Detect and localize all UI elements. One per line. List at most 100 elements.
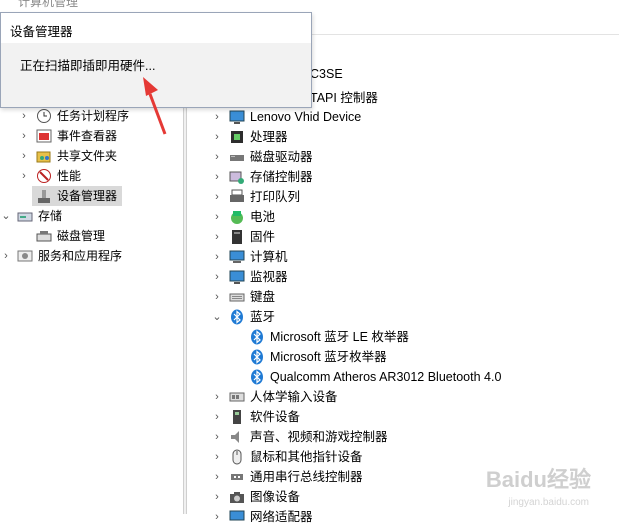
device-category[interactable]: › 键盘 [187,287,619,307]
window-title: 计算机管理 [18,0,79,9]
tree-item-storage[interactable]: ⌄ 存储 [0,206,184,226]
device-label: 声音、视频和游戏控制器 [250,430,388,444]
device-label: 键盘 [250,290,276,304]
chevron-right-icon[interactable]: › [211,147,223,167]
chevron-right-icon[interactable]: › [211,507,223,527]
clock-icon [36,108,52,124]
device-manager-icon [36,188,52,204]
device-category[interactable]: › 打印队列 [187,187,619,207]
watermark-url: jingyan.baidu.com [508,497,589,508]
tree-item-disk-management[interactable]: 磁盘管理 [0,226,184,246]
device-label: 电池 [250,210,276,224]
device-category[interactable]: › Lenovo Vhid Device [187,107,619,127]
chevron-right-icon[interactable]: › [18,126,30,146]
bluetooth-icon [229,309,245,325]
device-label: Qualcomm Atheros AR3012 Bluetooth 4.0 [270,370,502,384]
device-label: 磁盘驱动器 [250,150,313,164]
device-label: 蓝牙 [250,310,276,324]
chevron-right-icon[interactable]: › [211,247,223,267]
printer-icon [229,189,245,205]
bluetooth-icon [249,349,265,365]
chevron-right-icon[interactable]: › [211,207,223,227]
device-label: 网络适配器 [250,510,313,524]
device-category[interactable]: › 处理器 [187,127,619,147]
disk-drive-icon [229,149,245,165]
device-label: 监视器 [250,270,288,284]
device-label: 固件 [250,230,276,244]
watermark-logo: Baidu经验 [485,467,591,492]
device-label: 软件设备 [250,410,301,424]
device-item[interactable]: Qualcomm Atheros AR3012 Bluetooth 4.0 [187,367,619,387]
device-label: 存储控制器 [250,170,313,184]
chevron-right-icon[interactable]: › [211,267,223,287]
device-category-partial[interactable]: C3SE [310,67,343,81]
device-category[interactable]: › 声音、视频和游戏控制器 [187,427,619,447]
device-category[interactable]: › 监视器 [187,267,619,287]
bluetooth-icon [249,329,265,345]
device-label: Microsoft 蓝牙 LE 枚举器 [270,330,409,344]
chevron-down-icon[interactable]: ⌄ [211,307,223,327]
device-label: 计算机 [250,250,288,264]
event-viewer-icon [36,128,52,144]
device-label: 处理器 [250,130,288,144]
firmware-icon [229,229,245,245]
network-icon [229,509,245,525]
bluetooth-icon [249,369,265,385]
device-category[interactable]: › 磁盘驱动器 [187,147,619,167]
tree-item-label: 磁盘管理 [57,229,106,243]
storage-icon [17,208,33,224]
keyboard-icon [229,289,245,305]
chevron-right-icon[interactable]: › [211,487,223,507]
chevron-right-icon[interactable]: › [18,146,30,166]
chevron-right-icon[interactable]: › [211,167,223,187]
chevron-right-icon[interactable]: › [211,227,223,247]
chevron-right-icon[interactable]: › [211,387,223,407]
device-category[interactable]: › 存储控制器 [187,167,619,187]
chevron-right-icon[interactable]: › [211,107,223,127]
chevron-right-icon[interactable]: › [211,467,223,487]
chevron-right-icon[interactable]: › [211,427,223,447]
device-category[interactable]: › 电池 [187,207,619,227]
monitor-icon [229,109,245,125]
chevron-right-icon[interactable]: › [211,287,223,307]
device-label: 人体学输入设备 [250,390,338,404]
shared-folder-icon [36,148,52,164]
chevron-right-icon[interactable]: › [0,246,12,266]
device-label: Lenovo Vhid Device [250,110,362,124]
device-category[interactable]: › 固件 [187,227,619,247]
tree-item-performance[interactable]: › 性能 [0,166,184,186]
device-category[interactable]: ⌄ 蓝牙 [187,307,619,327]
tree-item-services-apps[interactable]: › 服务和应用程序 [0,246,184,266]
device-category[interactable]: › 软件设备 [187,407,619,427]
device-label: 图像设备 [250,490,301,504]
tree-item-label: 事件查看器 [57,129,118,143]
chevron-right-icon[interactable]: › [211,407,223,427]
device-label: 通用串行总线控制器 [250,470,363,484]
hid-icon [229,389,245,405]
software-device-icon [229,409,245,425]
device-category[interactable]: › 网络适配器 [187,507,619,527]
tree-item-device-manager[interactable]: 设备管理器 [0,186,184,206]
computer-icon [229,249,245,265]
tree-item-label: 共享文件夹 [57,149,118,163]
device-category[interactable]: › 人体学输入设备 [187,387,619,407]
speaker-icon [229,429,245,445]
usb-icon [229,469,245,485]
device-category[interactable]: › 计算机 [187,247,619,267]
chevron-right-icon[interactable]: › [211,447,223,467]
tree-item-label: 性能 [57,169,82,183]
tree-item-label: 任务计划程序 [57,109,130,123]
cpu-icon [229,129,245,145]
tree-item-shared-folders[interactable]: › 共享文件夹 [0,146,184,166]
device-label: 打印队列 [250,190,301,204]
device-item[interactable]: Microsoft 蓝牙 LE 枚举器 [187,327,619,347]
chevron-right-icon[interactable]: › [18,166,30,186]
chevron-right-icon[interactable]: › [211,187,223,207]
chevron-down-icon[interactable]: ⌄ [0,206,12,226]
device-category-partial[interactable]: TAPI 控制器 [310,87,378,106]
disk-management-icon [36,228,52,244]
storage-controller-icon [229,169,245,185]
device-item[interactable]: Microsoft 蓝牙枚举器 [187,347,619,367]
chevron-right-icon[interactable]: › [211,127,223,147]
chevron-right-icon[interactable]: › [18,106,30,126]
